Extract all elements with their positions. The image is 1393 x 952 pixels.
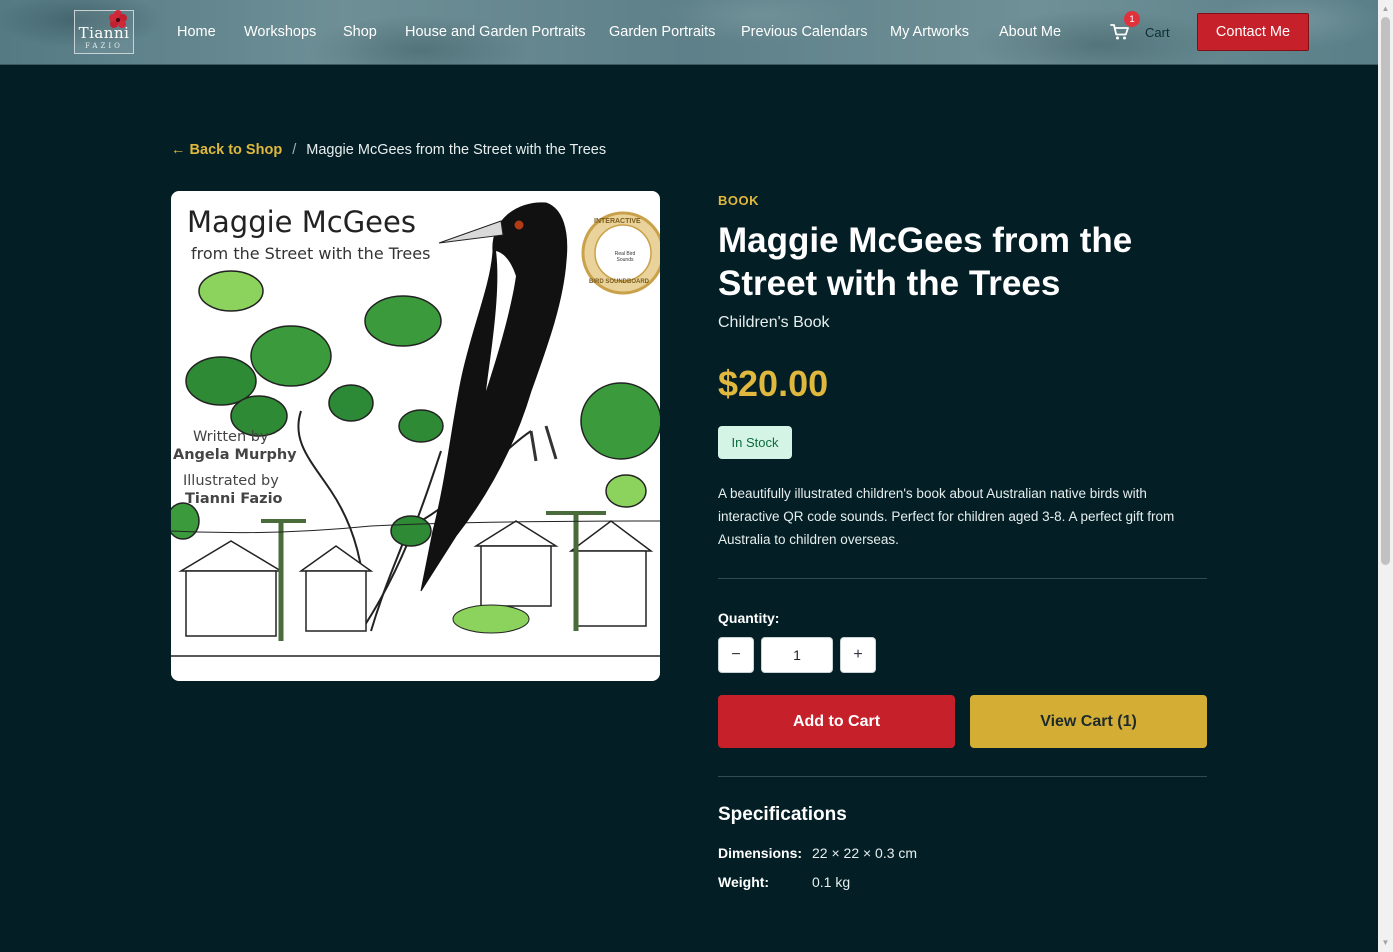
product-title: Maggie McGees from the Street with the T… xyxy=(718,221,1133,303)
view-cart-button[interactable]: View Cart (1) xyxy=(970,695,1207,748)
spec-value: 22 × 22 × 0.3 cm xyxy=(812,845,918,861)
nav-about-me[interactable]: About Me xyxy=(999,24,1061,40)
nav-garden-portraits[interactable]: Garden Portraits xyxy=(609,24,715,40)
cart-count-badge: 1 xyxy=(1124,11,1140,27)
product-page: Tianni FAZIO Home Workshops Shop House a… xyxy=(0,0,1393,952)
badge-top-text: INTERACTIVE xyxy=(594,218,641,225)
product-category: BOOK xyxy=(718,193,759,208)
page-scrollbar[interactable]: ▲ ▼ xyxy=(1378,0,1393,952)
site-logo[interactable]: Tianni FAZIO xyxy=(74,10,134,54)
nav-home[interactable]: Home xyxy=(177,24,216,40)
breadcrumb: ← Back to Shop / Maggie McGees from the … xyxy=(171,142,606,158)
cover-illustrated-by: Illustrated by xyxy=(183,473,279,489)
cart-link[interactable]: Cart xyxy=(1145,25,1170,40)
quantity-decrease-button[interactable]: − xyxy=(718,637,754,673)
cover-illustrator: Tianni Fazio xyxy=(185,491,283,507)
spec-value: 0.1 kg xyxy=(812,874,851,890)
scroll-down-arrow-icon[interactable]: ▼ xyxy=(1381,938,1390,947)
product-description: A beautifully illustrated children's boo… xyxy=(718,486,1175,547)
back-to-shop-link[interactable]: ← Back to Shop xyxy=(171,142,282,158)
stock-badge: In Stock xyxy=(718,426,792,459)
spec-key: Dimensions: xyxy=(718,845,803,861)
badge-bottom-text: BIRD SOUNDBOARD xyxy=(589,279,649,285)
cover-author: Angela Murphy xyxy=(173,447,297,463)
cover-subtitle: from the Street with the Trees xyxy=(191,244,431,263)
product-subtitle: Children's Book xyxy=(718,314,830,331)
product-price: $20.00 xyxy=(718,363,829,404)
nav-my-artworks[interactable]: My Artworks xyxy=(890,24,969,40)
cover-written-by: Written by xyxy=(193,429,269,445)
spec-key: Weight: xyxy=(718,874,770,890)
nav-shop[interactable]: Shop xyxy=(343,24,377,40)
quantity-input[interactable] xyxy=(761,637,833,673)
scroll-up-arrow-icon[interactable]: ▲ xyxy=(1381,4,1390,13)
flower-icon xyxy=(109,10,127,28)
cover-title: Maggie McGees xyxy=(187,205,416,239)
nav-previous-calendars[interactable]: Previous Calendars xyxy=(741,24,868,40)
quantity-label: Quantity: xyxy=(718,610,780,626)
logo-subtext: FAZIO xyxy=(85,42,123,50)
section-divider xyxy=(718,578,1207,579)
site-header: Tianni FAZIO Home Workshops Shop House a… xyxy=(0,0,1378,65)
add-to-cart-button[interactable]: Add to Cart xyxy=(718,695,955,748)
contact-me-button[interactable]: Contact Me xyxy=(1197,13,1309,51)
specifications-heading: Specifications xyxy=(718,804,847,825)
badge-center-text: Real Bird Sounds xyxy=(614,251,636,263)
breadcrumb-current: Maggie McGees from the Street with the T… xyxy=(306,142,607,158)
breadcrumb-separator: / xyxy=(292,142,297,158)
quantity-increase-button[interactable]: + xyxy=(840,637,876,673)
scrollbar-thumb[interactable] xyxy=(1381,17,1390,565)
product-image[interactable]: Maggie McGees from the Street with the T… xyxy=(171,191,660,681)
nav-workshops[interactable]: Workshops xyxy=(244,24,316,40)
nav-house-and-garden-portraits[interactable]: House and Garden Portraits xyxy=(405,24,586,40)
section-divider xyxy=(718,776,1207,777)
